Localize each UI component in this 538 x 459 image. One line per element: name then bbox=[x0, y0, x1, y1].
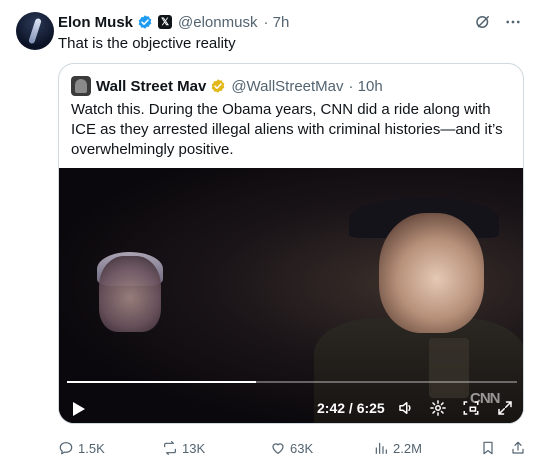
video-player[interactable]: 2:42 / 6:25 CNN bbox=[59, 168, 523, 423]
avatar-figure bbox=[28, 17, 42, 45]
share-button[interactable] bbox=[510, 440, 530, 456]
quote-time[interactable]: · 10h bbox=[349, 78, 383, 95]
cnn-watermark: CNN bbox=[470, 390, 500, 407]
video-time: 2:42 / 6:25 bbox=[317, 400, 385, 416]
like-count: 63K bbox=[290, 440, 314, 456]
bookmark-button[interactable] bbox=[480, 440, 500, 456]
reply-icon bbox=[59, 442, 73, 455]
share-icon bbox=[512, 441, 524, 454]
like-button[interactable]: 63K bbox=[270, 440, 313, 456]
video-person-left bbox=[99, 256, 161, 332]
video-controls: 2:42 / 6:25 bbox=[59, 396, 523, 420]
video-gear bbox=[429, 338, 469, 398]
grok-icon[interactable] bbox=[474, 13, 492, 31]
quote-author-name[interactable]: Wall Street Mav bbox=[96, 78, 206, 95]
quote-text: Watch this. During the Obama years, CNN … bbox=[71, 101, 503, 158]
views-button[interactable]: 2.2M bbox=[373, 440, 422, 456]
quote-author-avatar[interactable] bbox=[71, 76, 91, 96]
play-icon[interactable] bbox=[73, 402, 85, 416]
tweet-time[interactable]: · 7h bbox=[263, 14, 289, 31]
reply-button[interactable]: 1.5K bbox=[58, 440, 105, 456]
author-handle[interactable]: @elonmusk bbox=[178, 14, 257, 31]
view-count: 2.2M bbox=[393, 440, 422, 456]
reply-count: 1.5K bbox=[78, 440, 105, 456]
video-progress-bar[interactable] bbox=[67, 381, 517, 383]
settings-gear-icon[interactable] bbox=[429, 399, 447, 417]
verified-gold-badge-icon bbox=[211, 79, 225, 93]
repost-icon bbox=[164, 441, 176, 455]
more-options-icon[interactable] bbox=[504, 13, 522, 31]
verified-badge-icon bbox=[138, 15, 152, 29]
heart-icon bbox=[272, 443, 284, 454]
author-name[interactable]: Elon Musk bbox=[58, 14, 133, 31]
x-affiliate-icon: 𝕏 bbox=[158, 15, 173, 29]
tweet-text: That is the objective reality bbox=[58, 35, 236, 52]
repost-button[interactable]: 13K bbox=[162, 440, 205, 456]
quoted-tweet[interactable]: Wall Street Mav @WallStreetMav · 10h Wat… bbox=[58, 63, 524, 424]
bookmark-icon bbox=[483, 441, 493, 455]
author-avatar[interactable] bbox=[16, 12, 54, 50]
volume-icon[interactable] bbox=[397, 399, 415, 417]
tweet-actions: 1.5K 13K 63K 2.2M bbox=[58, 440, 524, 458]
views-chart-icon bbox=[375, 442, 387, 454]
video-person-right bbox=[379, 213, 484, 333]
repost-count: 13K bbox=[182, 440, 206, 456]
quote-header: Wall Street Mav @WallStreetMav · 10h bbox=[71, 76, 511, 96]
quote-author-handle[interactable]: @WallStreetMav bbox=[231, 78, 343, 95]
tweet-header: Elon Musk 𝕏 @elonmusk · 7h bbox=[58, 12, 522, 32]
video-progress-fill bbox=[67, 381, 256, 383]
